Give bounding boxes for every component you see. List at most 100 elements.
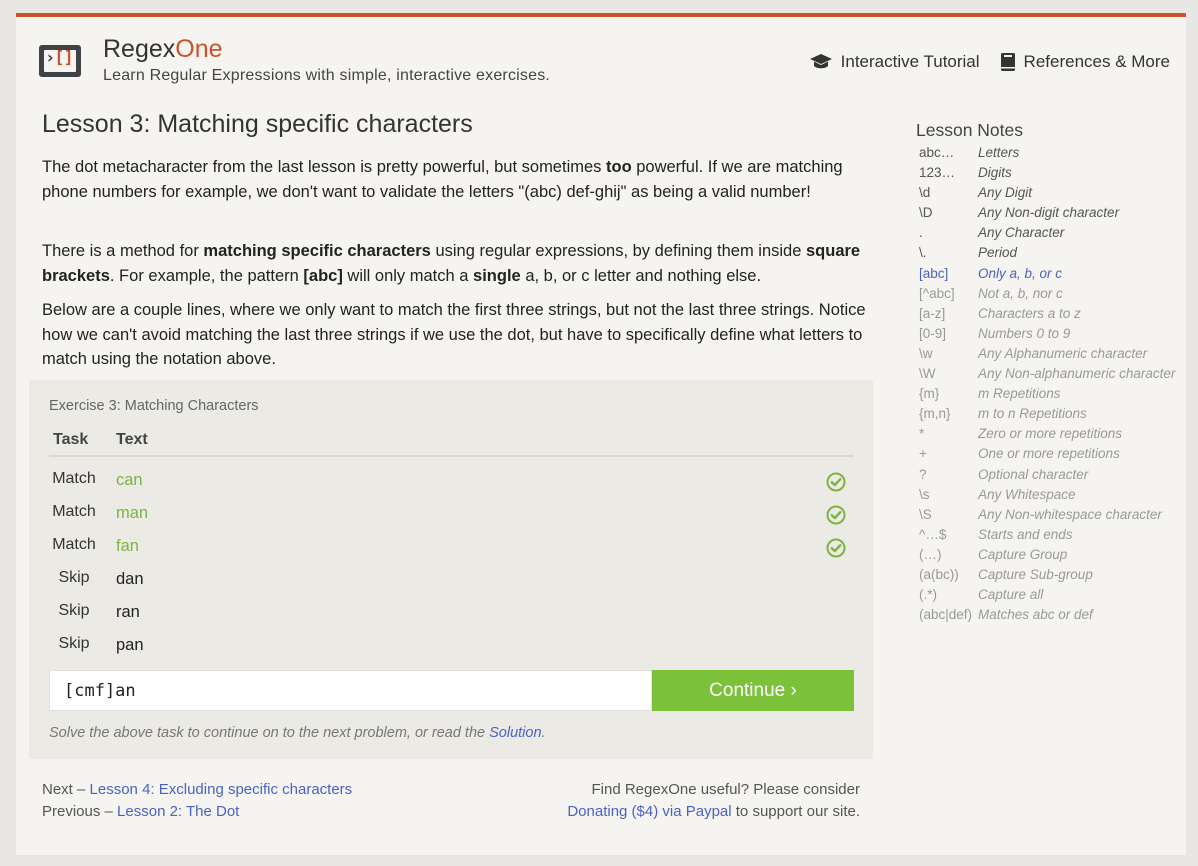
text-cell: fan <box>116 537 139 555</box>
lesson-note-item[interactable]: [^abc] Not a, b, nor c <box>919 286 1189 306</box>
table-row: Match fan <box>49 529 854 562</box>
task-cell: Match <box>52 470 96 487</box>
note-pattern: \s <box>919 486 930 502</box>
lesson-paragraph-3: Below are a couple lines, where we only … <box>42 301 866 368</box>
lesson-note-item[interactable]: . Any Character <box>919 225 1189 245</box>
lesson-note-item[interactable]: [abc] Only a, b, or c <box>919 266 1189 286</box>
brand-title[interactable]: RegexOne <box>103 35 223 64</box>
lesson-note-item[interactable]: (.*) Capture all <box>919 587 1189 607</box>
note-description: Period <box>978 245 1018 261</box>
lesson-title: Lesson 3: Matching specific characters <box>42 110 473 138</box>
task-cell: Skip <box>58 569 90 586</box>
note-description: Starts and ends <box>978 526 1073 542</box>
book-icon <box>1000 52 1016 72</box>
note-pattern: . <box>919 225 923 241</box>
table-row: Skip pan <box>49 628 854 661</box>
note-description: Digits <box>978 165 1012 181</box>
note-description: Any Non-digit character <box>978 205 1120 221</box>
lesson-note-item[interactable]: {m,n} m to n Repetitions <box>919 406 1189 426</box>
note-pattern: (a(bc)) <box>919 566 959 582</box>
note-pattern: \D <box>919 205 933 221</box>
lesson-note-item[interactable]: \d Any Digit <box>919 185 1189 205</box>
note-pattern: ? <box>919 466 927 482</box>
note-description: Matches abc or def <box>978 607 1093 623</box>
lesson-notes-list: abc… Letters 123… Digits \d Any Digit \D Any No… <box>919 145 1189 627</box>
note-description: One or more repetitions <box>978 446 1120 462</box>
nav-interactive-tutorial[interactable]: Interactive Tutorial <box>809 52 980 72</box>
note-pattern: [abc] <box>919 265 949 281</box>
note-description: Optional character <box>978 466 1089 482</box>
note-pattern: \w <box>919 345 933 361</box>
note-description: Capture Group <box>978 546 1068 562</box>
table-row: Match can <box>49 463 854 496</box>
lesson-note-item[interactable]: \. Period <box>919 245 1189 265</box>
page-container: ›[] RegexOne Learn Regular Expressions w… <box>16 13 1186 855</box>
note-description: Letters <box>978 145 1020 160</box>
nav-label: References & More <box>1023 52 1170 71</box>
logo-icon[interactable]: ›[] <box>39 45 81 77</box>
lesson-navigation: Next – Lesson 4: Excluding specific char… <box>42 781 353 820</box>
nav-references[interactable]: References & More <box>1000 52 1170 72</box>
note-pattern: (…) <box>919 546 942 562</box>
lesson-note-item[interactable]: abc… Letters <box>919 145 1189 165</box>
lesson-note-item[interactable]: \w Any Alphanumeric character <box>919 346 1189 366</box>
note-description: Capture Sub-group <box>978 566 1093 582</box>
note-description: Numbers 0 to 9 <box>978 325 1071 341</box>
lesson-note-item[interactable]: * Zero or more repetitions <box>919 426 1189 446</box>
note-description: Not a, b, nor c <box>978 285 1063 301</box>
check-circle-icon <box>826 538 846 558</box>
regex-input[interactable] <box>49 670 652 711</box>
note-pattern: \d <box>919 185 931 201</box>
lesson-note-item[interactable]: \W Any Non-alphanumeric character <box>919 366 1189 386</box>
note-pattern: * <box>919 426 925 442</box>
top-nav: Interactive Tutorial References & More <box>809 52 1170 72</box>
table-row: Skip ran <box>49 595 854 628</box>
lesson-paragraph-1: The dot metacharacter from the last less… <box>42 158 843 201</box>
lesson-note-item[interactable]: ^…$ Starts and ends <box>919 527 1189 547</box>
note-description: Any Digit <box>978 185 1033 201</box>
note-pattern: \W <box>919 366 936 382</box>
task-cell: Match <box>52 503 96 520</box>
lesson-note-item[interactable]: (a(bc)) Capture Sub-group <box>919 567 1189 587</box>
note-pattern: 123… <box>919 165 956 181</box>
table-row: Match man <box>49 496 854 529</box>
exercise-hint: Solve the above task to continue on to t… <box>49 725 546 741</box>
graduation-cap-icon <box>809 53 833 71</box>
task-column-header: Task <box>53 431 89 448</box>
lesson-note-item[interactable]: 123… Digits <box>919 165 1189 185</box>
check-circle-icon <box>826 472 846 492</box>
task-cell: Skip <box>58 602 90 619</box>
donate-link[interactable]: Donating ($4) via Paypal <box>567 803 731 820</box>
text-cell: pan <box>116 636 144 654</box>
exercise-panel: Exercise 3: Matching Characters Task Tex… <box>29 380 873 759</box>
note-description: m to n Repetitions <box>978 406 1087 422</box>
lesson-note-item[interactable]: [a-z] Characters a to z <box>919 306 1189 326</box>
note-pattern: + <box>919 446 927 462</box>
lesson-note-item[interactable]: + One or more repetitions <box>919 446 1189 466</box>
note-description: Any Whitespace <box>978 486 1076 502</box>
text-cell: dan <box>116 570 144 588</box>
lesson-note-item[interactable]: \S Any Non-whitespace character <box>919 507 1189 527</box>
previous-lesson-link[interactable]: Lesson 2: The Dot <box>117 803 239 820</box>
answer-form: Continue › <box>49 670 854 711</box>
lesson-note-item[interactable]: (abc|def) Matches abc or def <box>919 607 1189 627</box>
lesson-note-item[interactable]: \D Any Non-digit character <box>919 205 1189 225</box>
lesson-note-item[interactable]: ? Optional character <box>919 467 1189 487</box>
note-pattern: ^…$ <box>919 526 947 542</box>
lesson-note-item[interactable]: (…) Capture Group <box>919 547 1189 567</box>
note-pattern: [^abc] <box>919 285 955 301</box>
next-lesson-link[interactable]: Lesson 4: Excluding specific characters <box>90 781 353 798</box>
tagline: Learn Regular Expressions with simple, i… <box>103 67 551 84</box>
exercise-title: Exercise 3: Matching Characters <box>49 398 259 414</box>
table-row: Skip dan <box>49 562 854 595</box>
text-cell: man <box>116 504 149 522</box>
lesson-note-item[interactable]: {m} m Repetitions <box>919 386 1189 406</box>
lesson-note-item[interactable]: [0-9] Numbers 0 to 9 <box>919 326 1189 346</box>
note-description: Any Non-alphanumeric character <box>978 366 1176 382</box>
note-pattern: (abc|def) <box>919 607 973 623</box>
lesson-note-item[interactable]: \s Any Whitespace <box>919 487 1189 507</box>
solution-link[interactable]: Solution <box>489 725 541 741</box>
continue-button[interactable]: Continue › <box>652 670 854 711</box>
note-description: Characters a to z <box>978 305 1081 321</box>
note-pattern: {m,n} <box>919 406 951 422</box>
